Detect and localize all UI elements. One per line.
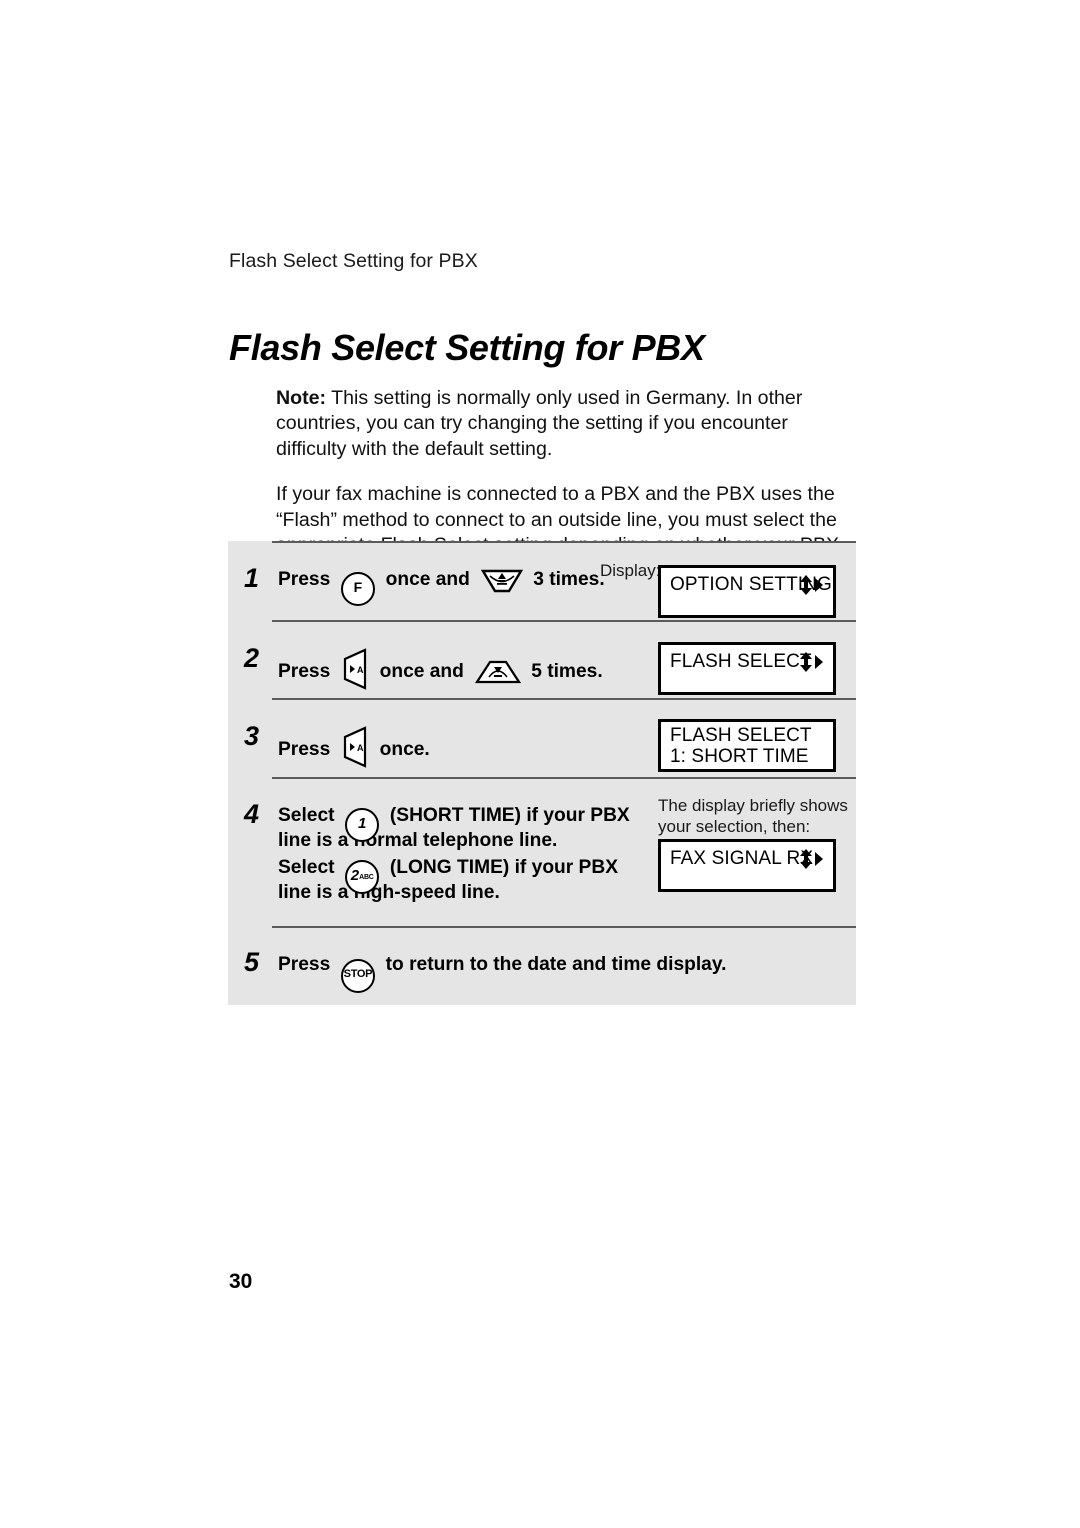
step-divider	[272, 541, 856, 543]
step-4-number: 4	[244, 799, 260, 829]
step-4-long-time-label: (LONG TIME) if your PBX	[389, 857, 619, 878]
step-2-between-label: once and	[379, 661, 464, 682]
step-1-text: Press F once and 3 times.	[278, 567, 605, 606]
step-divider	[272, 926, 856, 928]
step-3-once-label: once.	[379, 739, 430, 760]
step-divider	[272, 620, 856, 622]
svg-text:A: A	[357, 743, 364, 753]
lcd-3-line-1: FLASH SELECT	[670, 725, 812, 746]
page-number: 30	[229, 1270, 253, 1293]
step-divider	[272, 777, 856, 779]
lcd-2-line-1: FLASH SELECT	[670, 651, 812, 672]
note-body: This setting is normally only used in Ge…	[276, 387, 803, 460]
step-3-text: Press A once.	[278, 726, 430, 768]
note-paragraph: Note: This setting is normally only used…	[276, 386, 854, 462]
keypad-2-digit: 2	[350, 867, 360, 884]
step-4-short-time-label: (SHORT TIME) if your PBX	[389, 805, 630, 826]
step-1-times-label: 3 times.	[533, 569, 605, 590]
lcd-display-3: FLASH SELECT 1: SHORT TIME	[658, 719, 836, 772]
function-key-icon[interactable]: F	[340, 572, 375, 606]
lcd-updown-right-arrows-icon	[798, 574, 824, 601]
page-title: Flash Select Setting for PBX	[229, 327, 705, 368]
step-3-number: 3	[244, 721, 260, 751]
step-5-press-label: Press	[278, 954, 331, 975]
left-wedge-start-key-icon[interactable]: A	[341, 648, 369, 690]
step-5-text: Press STOP to return to the date and tim…	[278, 952, 727, 993]
note-label: Note:	[276, 387, 327, 409]
up-trapezoid-key-icon[interactable]	[474, 659, 521, 685]
keypad-2-letters: ABC	[359, 874, 374, 881]
lcd-display-1: OPTION SETTING	[658, 565, 836, 618]
step-4-select-label-2: Select	[278, 857, 335, 878]
stop-key-icon[interactable]: STOP	[340, 959, 375, 993]
step-2-press-label: Press	[278, 661, 331, 682]
svg-text:A: A	[357, 665, 364, 675]
lcd-display-4: FAX SIGNAL RX	[658, 839, 836, 892]
step-4-select-label-1: Select	[278, 805, 335, 826]
document-page: Flash Select Setting for PBX Flash Selec…	[0, 0, 1080, 1528]
step-5-instruction-label: to return to the date and time display.	[385, 954, 727, 975]
step-2-number: 2	[244, 643, 260, 673]
step-5-number: 5	[244, 947, 260, 977]
step-4-text: Select 1 (SHORT TIME) if your PBX line i…	[278, 803, 630, 907]
display-label: Display:	[600, 561, 661, 580]
step-divider	[272, 698, 856, 700]
step-4-hint-line-1: The display briefly shows	[658, 796, 848, 815]
running-head: Flash Select Setting for PBX	[229, 250, 478, 272]
step-2-text: Press A once and 5 times.	[278, 648, 603, 690]
step-3-press-label: Press	[278, 739, 331, 760]
lcd-updown-right-arrows-icon	[798, 651, 824, 678]
down-trapezoid-key-icon[interactable]	[480, 568, 523, 594]
step-2-times-label: 5 times.	[531, 661, 603, 682]
keypad-2-abc-key-icon[interactable]: 2ABC	[345, 860, 380, 894]
step-1-between-label: once and	[385, 569, 470, 590]
keypad-1-key-icon[interactable]: 1	[345, 808, 380, 842]
step-4-hint-line-2: your selection, then:	[658, 817, 811, 836]
step-1-number: 1	[244, 563, 260, 593]
step-4-hint: The display briefly shows your selection…	[658, 795, 848, 837]
lcd-4-line-1: FAX SIGNAL RX	[670, 848, 814, 869]
lcd-3-line-2: 1: SHORT TIME	[670, 746, 809, 767]
lcd-updown-right-arrows-icon	[798, 848, 824, 875]
lcd-display-2: FLASH SELECT	[658, 642, 836, 695]
step-4-line-4: line is a high-speed line.	[278, 882, 500, 903]
left-wedge-start-key-icon[interactable]: A	[341, 726, 369, 768]
procedure-panel: 1 Press F once and 3 times. Display: OPT…	[228, 541, 856, 1005]
step-1-press-label: Press	[278, 569, 331, 590]
step-4-line-2: line is a normal telephone line.	[278, 830, 558, 851]
